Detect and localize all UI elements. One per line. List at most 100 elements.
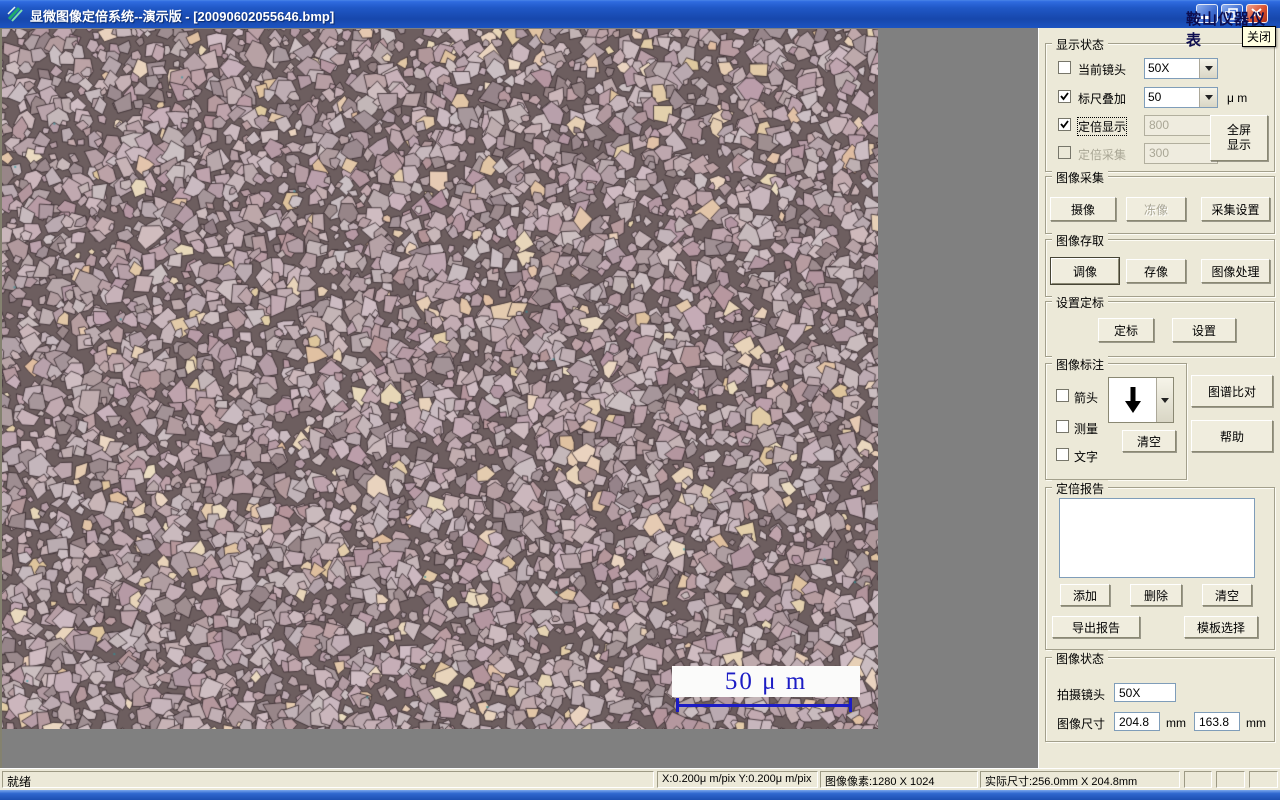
group-display-status-legend: 显示状态: [1052, 36, 1109, 53]
restore-button[interactable]: [1221, 4, 1243, 23]
close-icon: [1251, 8, 1262, 18]
status-bar: 就绪 X:0.200μ m/pix Y:0.200μ m/pix 图像像素:12…: [0, 768, 1280, 791]
scale-overlay-unit: μ m: [1227, 91, 1248, 105]
minimize-icon: [1201, 16, 1210, 19]
checkmark-icon: [1060, 92, 1069, 101]
report-listbox[interactable]: [1059, 498, 1255, 578]
fixed-capture-checkbox: [1058, 146, 1071, 159]
current-lens-label[interactable]: 当前镜头: [1078, 61, 1126, 78]
report-delete-button[interactable]: 删除: [1130, 584, 1182, 606]
window-bottom-border: [0, 790, 1280, 800]
scale-overlay-dropdown-button[interactable]: [1199, 88, 1217, 107]
control-panel: 显示状态 当前镜头 50X 标尺叠加 50 μ m 定倍显示 800 定倍采集 …: [1038, 28, 1280, 768]
current-lens-dropdown-button[interactable]: [1199, 59, 1217, 78]
chevron-down-icon: [1204, 95, 1213, 100]
current-lens-checkbox[interactable]: [1058, 61, 1071, 74]
current-lens-value: 50X: [1148, 61, 1170, 75]
group-storage-legend: 图像存取: [1052, 232, 1109, 249]
group-image-status-legend: 图像状态: [1052, 650, 1109, 667]
app-window: 显微图像定倍系统--演示版 - [20090602055646.bmp] 鞍山仪…: [0, 0, 1280, 800]
scale-overlay-label[interactable]: 标尺叠加: [1078, 90, 1126, 107]
close-tooltip: 关闭: [1242, 26, 1277, 47]
image-height-field[interactable]: 163.8: [1194, 712, 1240, 731]
app-icon: [7, 6, 23, 22]
text-label[interactable]: 文字: [1074, 448, 1098, 465]
annotation-clear-button[interactable]: 清空: [1122, 430, 1176, 452]
scale-bar-right-tick: [849, 698, 852, 712]
group-calibration-legend: 设置定标: [1052, 294, 1109, 311]
down-arrow-icon: [1109, 378, 1156, 422]
measure-checkbox[interactable]: [1056, 420, 1069, 433]
group-storage: 图像存取 调像 存像 图像处理: [1045, 232, 1275, 297]
status-spacer-3: [1249, 771, 1278, 788]
fixed-capture-label: 定倍采集: [1078, 148, 1127, 162]
lens-label: 拍摄镜头: [1057, 688, 1106, 702]
calibrate-button[interactable]: 定标: [1098, 318, 1154, 342]
fixed-display-checkbox[interactable]: [1058, 118, 1071, 131]
text-checkbox[interactable]: [1056, 448, 1069, 461]
status-pixel-scale: X:0.200μ m/pix Y:0.200μ m/pix: [657, 771, 818, 788]
image-height-unit: mm: [1246, 716, 1266, 730]
close-button[interactable]: [1246, 4, 1268, 23]
status-ready: 就绪: [2, 771, 654, 788]
scale-bar-line: [676, 704, 852, 707]
image-size-label: 图像尺寸: [1057, 717, 1106, 731]
title-bar[interactable]: 显微图像定倍系统--演示版 - [20090602055646.bmp] 鞍山仪…: [0, 0, 1280, 49]
group-image-status: 图像状态 拍摄镜头 50X 图像尺寸 204.8 mm 163.8 mm: [1045, 650, 1275, 742]
image-width-unit: mm: [1166, 716, 1186, 730]
window-title: 显微图像定倍系统--演示版 - [20090602055646.bmp]: [30, 9, 335, 24]
scale-bar-box: 50 μ m: [672, 666, 860, 697]
calibration-settings-button[interactable]: 设置: [1172, 318, 1236, 342]
shoot-button[interactable]: 摄像: [1050, 197, 1116, 221]
chevron-down-icon: [1204, 66, 1213, 71]
fixed-capture-input: 300: [1144, 143, 1218, 164]
fullscreen-button-line2: 显示: [1226, 138, 1251, 152]
image-width-field[interactable]: 204.8: [1114, 712, 1160, 731]
arrow-style-select[interactable]: [1108, 377, 1174, 423]
fullscreen-button-line1: 全屏: [1226, 123, 1251, 137]
minimize-button[interactable]: [1196, 4, 1218, 23]
current-lens-select[interactable]: 50X: [1144, 58, 1218, 79]
report-clear-button[interactable]: 清空: [1202, 584, 1252, 606]
fullscreen-button[interactable]: 全屏 显示: [1210, 115, 1268, 161]
group-report: 定倍报告 添加 删除 清空 导出报告 模板选择: [1045, 480, 1275, 650]
save-image-button[interactable]: 存像: [1126, 259, 1186, 283]
restore-icon: [1225, 8, 1238, 20]
scale-overlay-select[interactable]: 50: [1144, 87, 1218, 108]
group-capture: 图像采集 摄像 冻像 采集设置: [1045, 169, 1275, 234]
lens-value-field[interactable]: 50X: [1114, 683, 1176, 702]
report-export-button[interactable]: 导出报告: [1052, 616, 1140, 638]
measure-label[interactable]: 测量: [1074, 420, 1098, 437]
arrow-label[interactable]: 箭头: [1074, 389, 1098, 406]
group-calibration: 设置定标 定标 设置: [1045, 294, 1275, 357]
group-display-status: 显示状态 当前镜头 50X 标尺叠加 50 μ m 定倍显示 800 定倍采集 …: [1045, 36, 1275, 172]
scale-overlay-checkbox[interactable]: [1058, 90, 1071, 103]
atlas-compare-button[interactable]: 图谱比对: [1191, 375, 1273, 407]
micrograph-viewport[interactable]: 50 μ m: [2, 29, 878, 729]
fixed-display-input: 800: [1144, 115, 1218, 136]
arrow-checkbox[interactable]: [1056, 389, 1069, 402]
group-report-legend: 定倍报告: [1052, 480, 1109, 497]
scale-bar-label: 50 μ m: [724, 667, 808, 695]
micrograph-image[interactable]: [2, 29, 878, 729]
checkmark-icon: [1060, 120, 1069, 129]
group-annotation: 图像标注 箭头 测量 清空 文字: [1045, 356, 1187, 480]
capture-settings-button[interactable]: 采集设置: [1201, 197, 1270, 221]
status-spacer-2: [1216, 771, 1245, 788]
status-actual-size: 实际尺寸:256.0mm X 204.8mm: [980, 771, 1180, 788]
report-add-button[interactable]: 添加: [1060, 584, 1110, 606]
status-spacer-1: [1184, 771, 1212, 788]
report-template-button[interactable]: 模板选择: [1184, 616, 1258, 638]
chevron-down-icon: [1161, 397, 1169, 403]
help-button[interactable]: 帮助: [1191, 420, 1273, 452]
status-image-pixels: 图像像素:1280 X 1024: [820, 771, 978, 788]
scale-overlay-value: 50: [1148, 90, 1162, 104]
arrow-style-dropdown-button[interactable]: [1156, 378, 1173, 422]
freeze-button: 冻像: [1126, 197, 1186, 221]
load-image-button[interactable]: 调像: [1050, 257, 1120, 285]
image-process-button[interactable]: 图像处理: [1201, 259, 1270, 283]
scale-bar-left-tick: [676, 698, 679, 712]
group-capture-legend: 图像采集: [1052, 169, 1109, 186]
fixed-display-label[interactable]: 定倍显示: [1076, 117, 1128, 136]
group-annotation-legend: 图像标注: [1052, 356, 1109, 373]
